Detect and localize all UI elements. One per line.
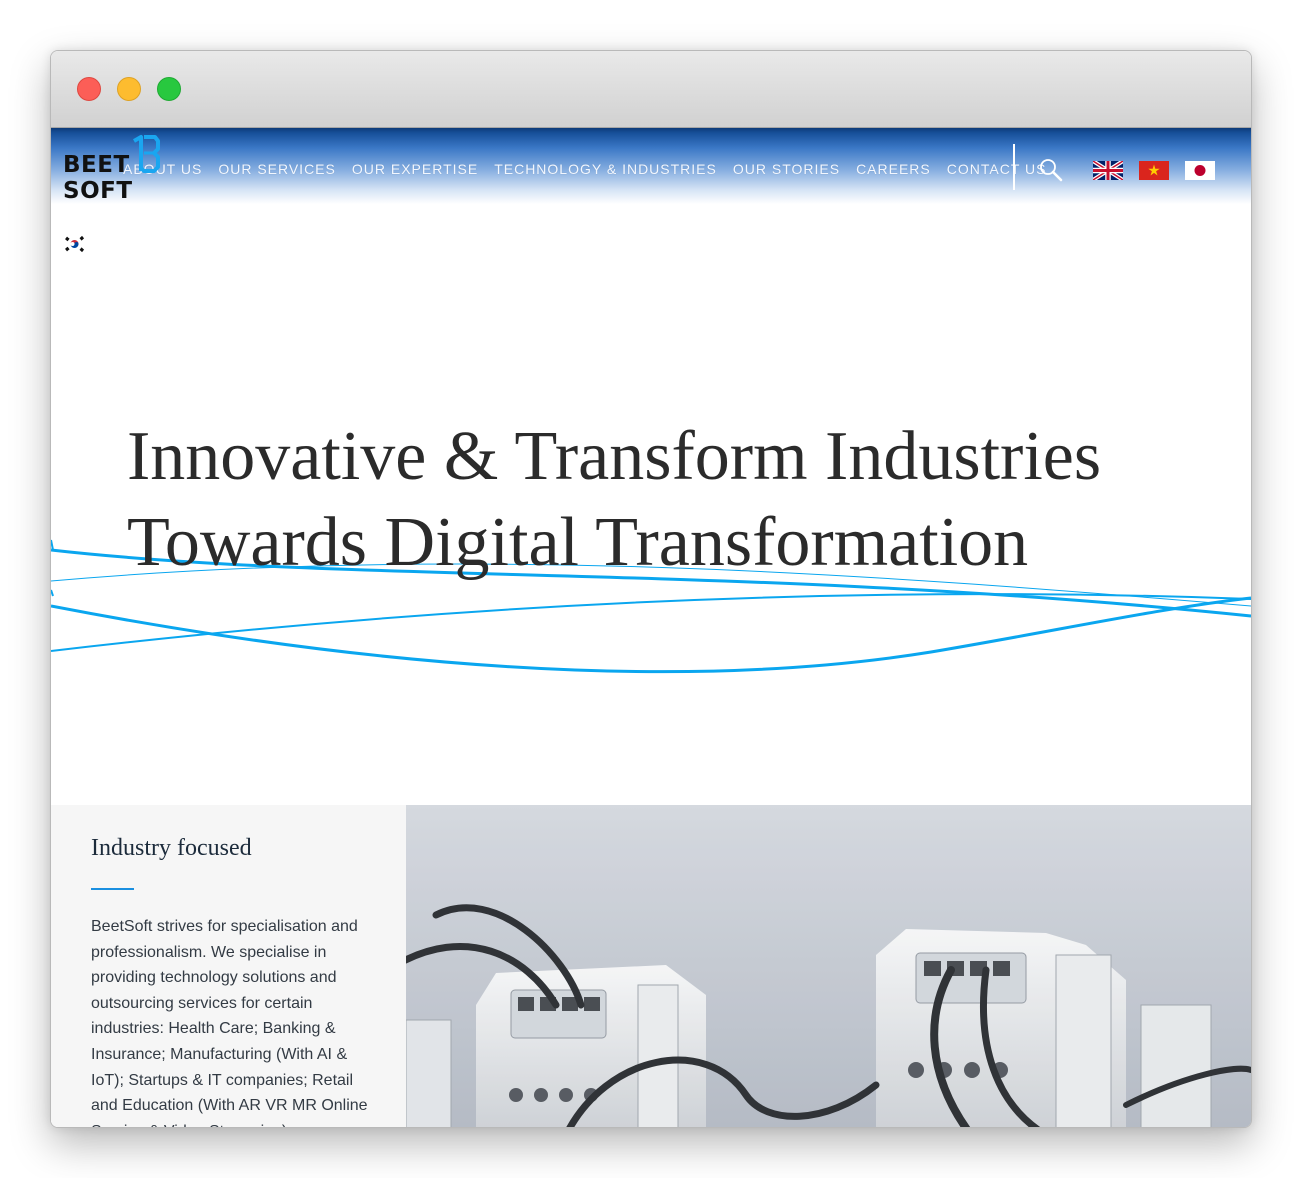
industry-focused-text: BeetSoft strives for specialisation and … [91, 918, 368, 1127]
vietnamese-flag-icon[interactable] [1139, 161, 1169, 180]
main-nav: ABOUT US OUR SERVICES OUR EXPERTISE TECH… [123, 161, 1046, 181]
industry-focused-panel: Industry focused BeetSoft strives for sp… [51, 805, 406, 1127]
nav-our-expertise[interactable]: OUR EXPERTISE [352, 161, 478, 181]
logo-text-soft: SOFT [63, 178, 133, 204]
title-underline [91, 888, 134, 890]
close-button[interactable] [77, 77, 101, 101]
nav-our-services[interactable]: OUR SERVICES [218, 161, 336, 181]
nav-divider [1013, 144, 1015, 190]
english-flag-icon[interactable] [1093, 161, 1123, 180]
nav-our-stories[interactable]: OUR STORIES [733, 161, 840, 181]
browser-window: Innovative & Transform Industries Toward… [50, 50, 1252, 1128]
robotics-hardware-photo [406, 805, 1251, 1127]
hero-title-line-2: Towards Digital Transformation [127, 504, 1029, 581]
industry-focused-title: Industry focused [91, 835, 252, 861]
search-icon[interactable] [1039, 158, 1063, 182]
site-header: ABOUT US OUR SERVICES OUR EXPERTISE TECH… [51, 128, 1251, 204]
korean-flag-icon[interactable] [63, 235, 86, 253]
hero-title-line-1: Innovative & Transform Industries [127, 418, 1102, 495]
title-bar [51, 51, 1251, 128]
minimize-button[interactable] [117, 77, 141, 101]
nav-technology-industries[interactable]: TECHNOLOGY & INDUSTRIES [494, 161, 717, 181]
nav-careers[interactable]: CAREERS [856, 161, 931, 181]
page-viewport: Innovative & Transform Industries Toward… [51, 128, 1251, 1127]
hero-section: Innovative & Transform Industries Toward… [51, 204, 1251, 804]
japanese-flag-icon[interactable] [1185, 161, 1215, 180]
hero-title: Innovative & Transform Industries Toward… [127, 414, 1227, 586]
beetsoft-logo[interactable]: BEET SOFT [61, 130, 165, 206]
nav-contact-us[interactable]: CONTACT US [947, 161, 1047, 181]
zoom-button[interactable] [157, 77, 181, 101]
logo-mark-icon [133, 135, 160, 173]
logo-text-beet: BEET [63, 152, 130, 178]
